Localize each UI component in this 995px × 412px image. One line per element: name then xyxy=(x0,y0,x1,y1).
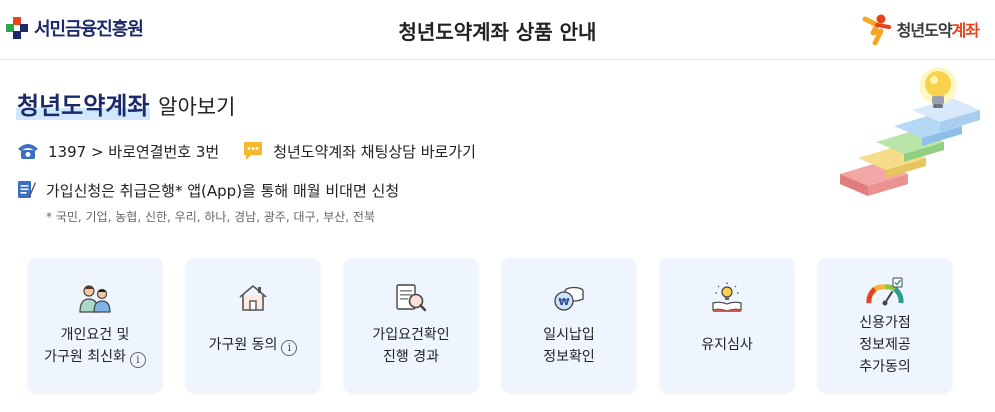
document-pen-icon xyxy=(16,179,38,201)
card-personal-household-update[interactable]: 개인요건 및 가구원 최신화 i xyxy=(28,258,162,392)
card-eligibility-progress[interactable]: 가입요건확인 진행 경과 xyxy=(344,258,478,392)
section-title: 청년도약계좌 알아보기 xyxy=(16,86,235,121)
youth-account-logo: 청년도약계좌 xyxy=(861,12,980,46)
page-title: 청년도약계좌 상품 안내 xyxy=(398,20,597,44)
card-household-consent[interactable]: 가구원 동의 i xyxy=(186,258,320,392)
phone-contact: 1397 > 바로연결번호 3번 xyxy=(16,140,219,162)
runner-icon xyxy=(862,14,891,45)
youth-account-logo-text: 청년도약계좌 xyxy=(896,21,980,40)
chat-consult-link[interactable]: 청년도약계좌 채팅상담 바로가기 xyxy=(241,140,476,162)
menu-cards: 개인요건 및 가구원 최신화 i 가구원 동의 i 가입요건확인 진행 경과 ₩… xyxy=(28,258,958,392)
book-lightbulb-icon xyxy=(710,280,744,316)
house-icon xyxy=(237,280,269,316)
stairs-lightbulb-illustration xyxy=(830,62,990,212)
document-search-icon xyxy=(394,280,428,316)
apply-info-text: 가입신청은 취급은행* 앱(App)을 통해 매월 비대면 신청 xyxy=(46,181,400,200)
phone-contact-text: 1397 > 바로연결번호 3번 xyxy=(48,142,220,161)
svg-text:₩: ₩ xyxy=(558,297,569,308)
card-label: 유지심사 xyxy=(701,337,753,353)
credit-gauge-icon xyxy=(865,274,905,310)
section-title-rest: 알아보기 xyxy=(158,95,236,119)
card-lump-sum-info[interactable]: ₩ 일시납입 정보확인 xyxy=(502,258,636,392)
card-label: 개인요건 및 가구원 최신화 i xyxy=(28,324,162,368)
phone-icon xyxy=(16,140,40,162)
bank-list-note: * 국민, 기업, 농협, 신한, 우리, 하나, 경남, 광주, 대구, 부산… xyxy=(46,210,375,224)
contact-row: 1397 > 바로연결번호 3번 청년도약계좌 채팅상담 바로가기 xyxy=(16,140,498,162)
family-icon xyxy=(78,280,112,316)
card-maintenance-review[interactable]: 유지심사 xyxy=(660,258,794,392)
won-coins-icon: ₩ xyxy=(552,280,586,316)
info-icon[interactable]: i xyxy=(281,340,298,356)
card-label: 일시납입 정보확인 xyxy=(543,327,595,365)
card-credit-score-consent[interactable]: 신용가점 정보제공 추가동의 xyxy=(818,258,952,392)
chat-consult-text: 청년도약계좌 채팅상담 바로가기 xyxy=(273,142,476,161)
card-label: 가구원 동의 i xyxy=(186,334,320,356)
card-label: 가입요건확인 진행 경과 xyxy=(372,327,450,365)
chat-bubble-icon xyxy=(241,140,265,162)
card-label: 신용가점 정보제공 추가동의 xyxy=(859,315,911,375)
info-icon[interactable]: i xyxy=(129,352,146,368)
section-title-highlight: 청년도약계좌 xyxy=(16,92,151,120)
apply-info-row: 가입신청은 취급은행* 앱(App)을 통해 매월 비대면 신청 xyxy=(16,179,399,201)
page-header: 서민금융진흥원 청년도약계좌 상품 안내 청년도약계좌 xyxy=(0,0,995,60)
